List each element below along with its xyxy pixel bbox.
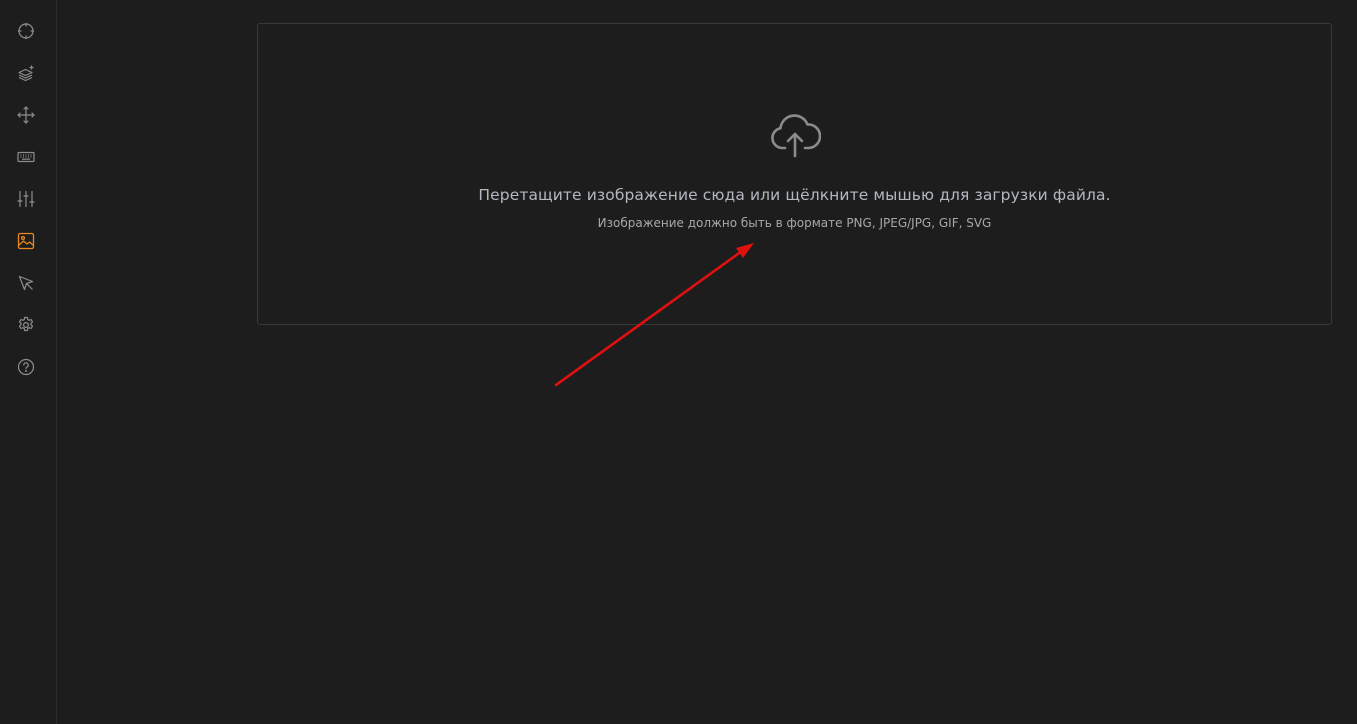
cursor-icon[interactable] bbox=[14, 271, 38, 295]
image-icon[interactable] bbox=[14, 229, 38, 253]
help-icon[interactable] bbox=[14, 355, 38, 379]
dropzone-format-hint: Изображение должно быть в формате PNG, J… bbox=[597, 216, 992, 230]
gear-icon[interactable] bbox=[14, 313, 38, 337]
dropzone-title: Перетащите изображение сюда или щёлкните… bbox=[478, 186, 1111, 204]
sliders-icon[interactable] bbox=[14, 187, 38, 211]
move-arrows-icon[interactable] bbox=[14, 103, 38, 127]
layers-add-icon[interactable] bbox=[14, 61, 38, 85]
keyboard-icon[interactable] bbox=[14, 145, 38, 169]
sidebar bbox=[0, 0, 57, 724]
crosshair-icon[interactable] bbox=[14, 19, 38, 43]
image-dropzone[interactable]: Перетащите изображение сюда или щёлкните… bbox=[257, 23, 1332, 325]
app-window: Перетащите изображение сюда или щёлкните… bbox=[0, 0, 1357, 724]
cloud-upload-icon bbox=[769, 112, 821, 158]
